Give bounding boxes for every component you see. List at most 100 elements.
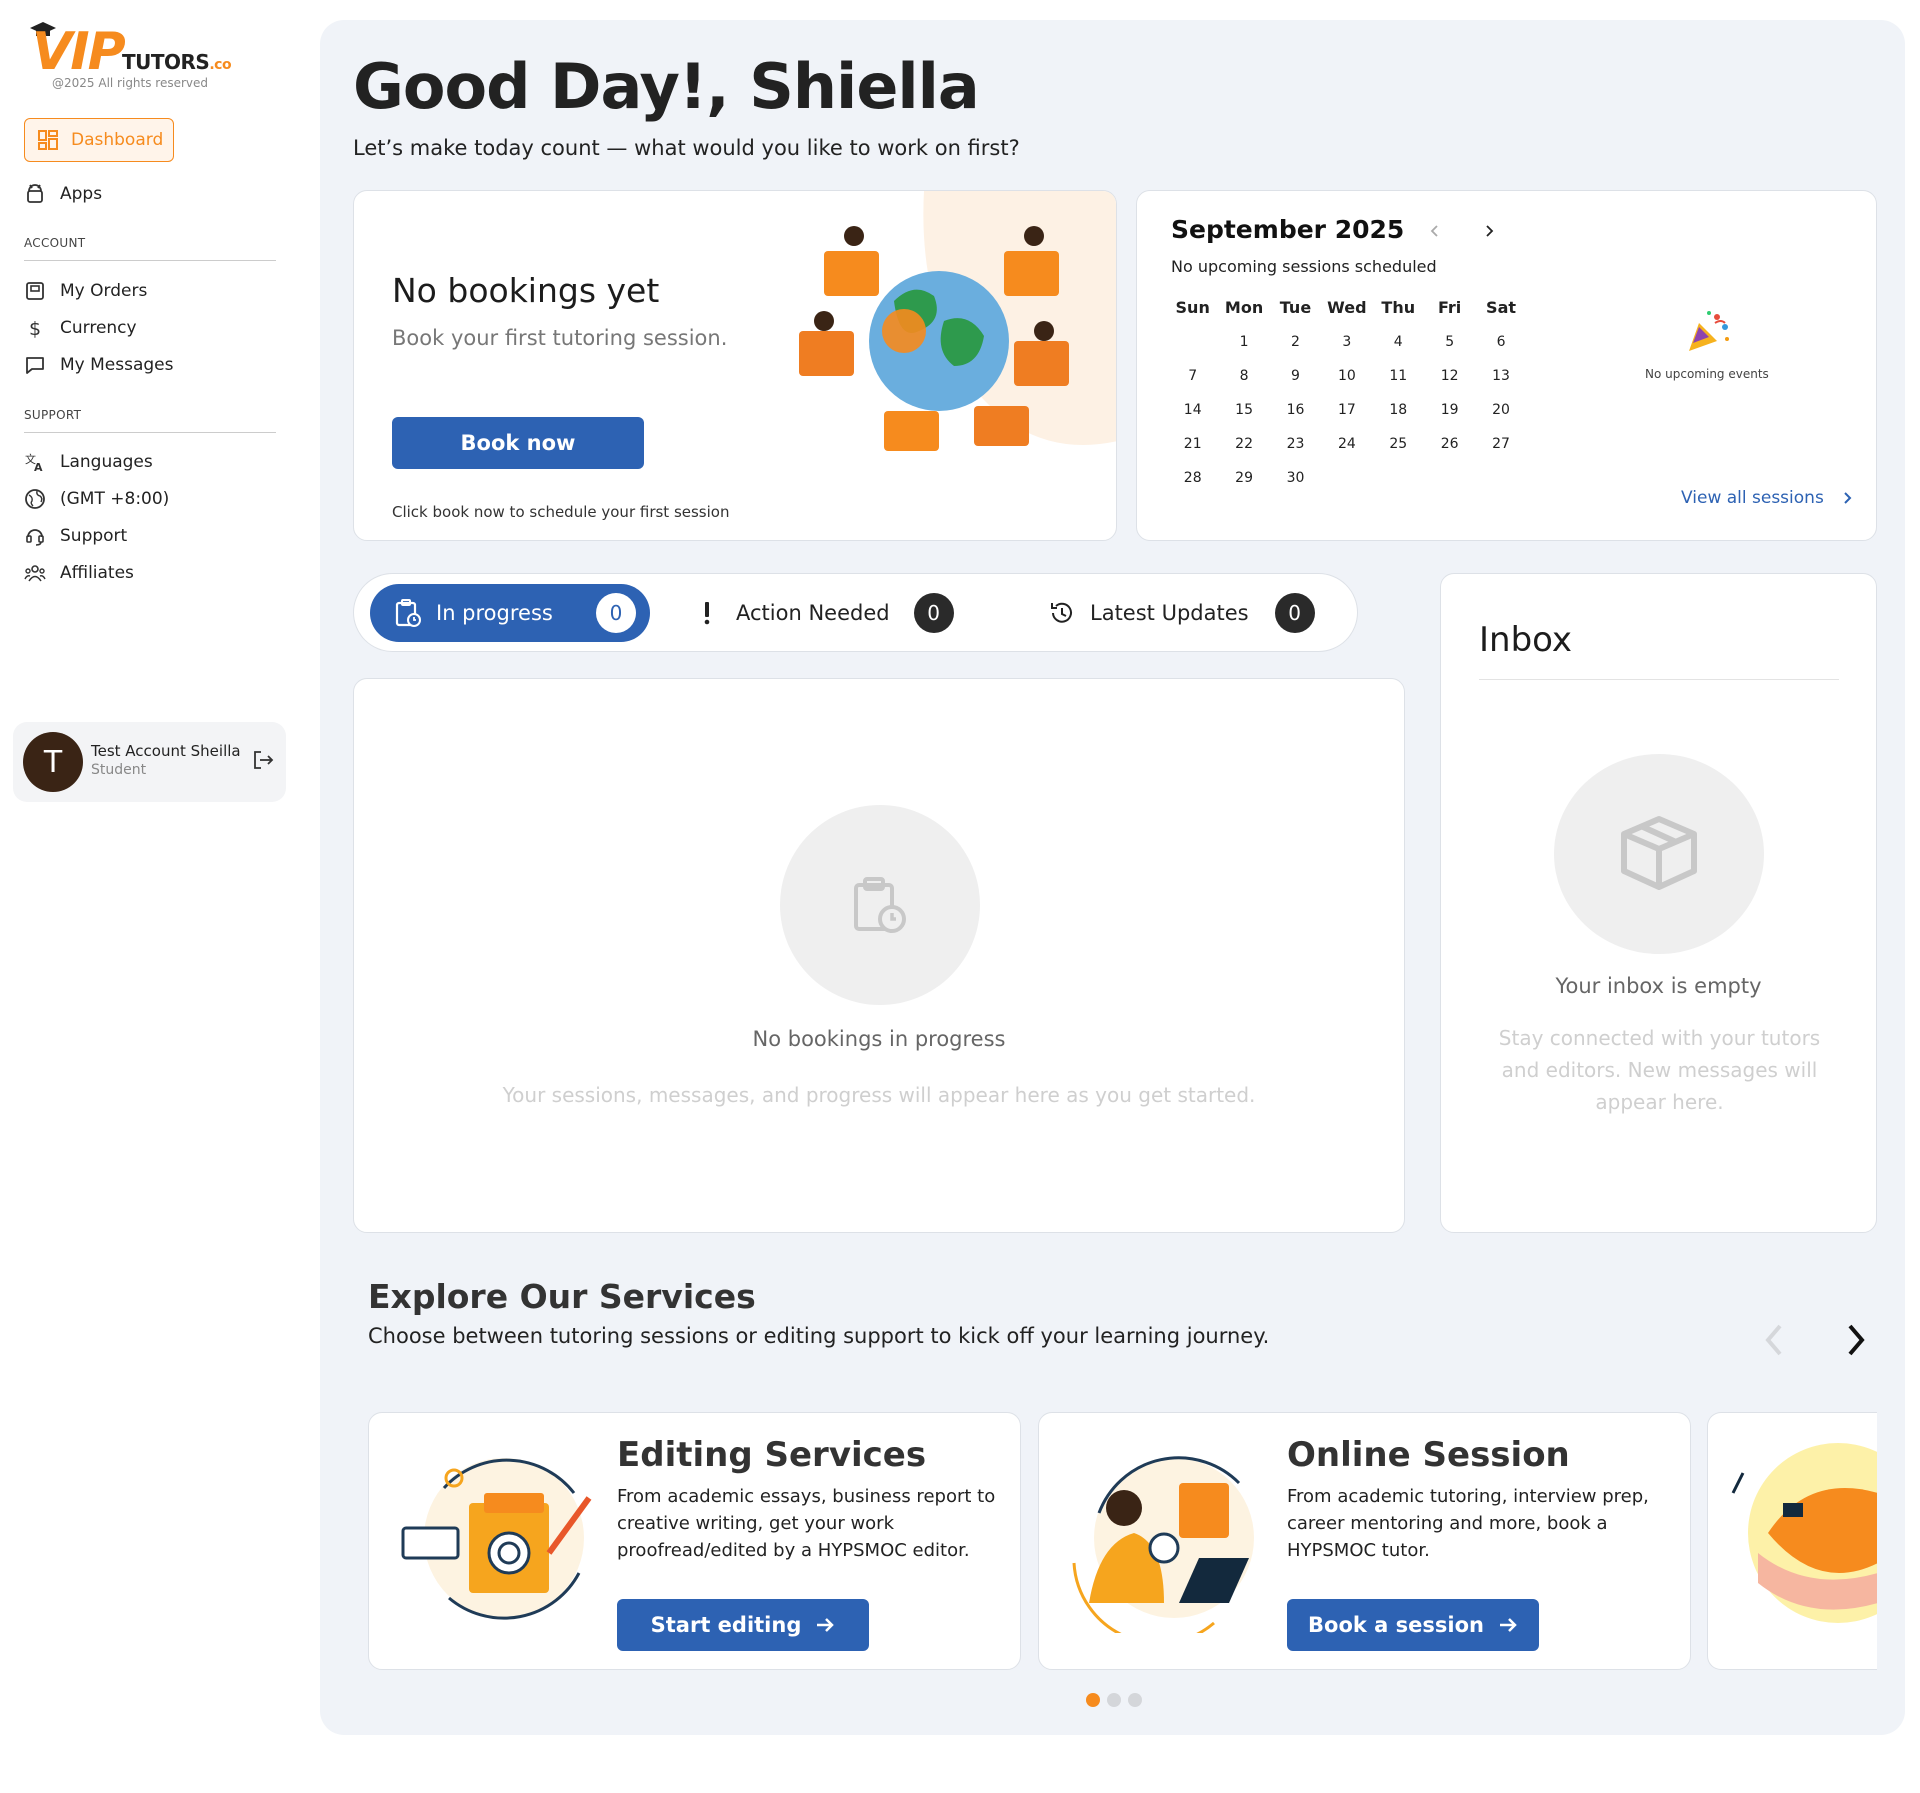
account-section-label: ACCOUNT [24, 236, 86, 250]
calendar-day[interactable]: 21 [1167, 427, 1218, 461]
dashboard-icon [38, 130, 58, 150]
calendar-month: September 2025 [1171, 215, 1405, 244]
carousel-dot[interactable] [1128, 1693, 1142, 1707]
calendar-week: 7 8 9 10 11 12 13 [1167, 359, 1527, 393]
view-all-sessions-link[interactable]: View all sessions [1681, 488, 1854, 508]
book-a-session-button[interactable]: Book a session [1287, 1599, 1539, 1651]
calendar-day[interactable]: 13 [1475, 359, 1526, 393]
services-next-icon[interactable] [1842, 1320, 1868, 1360]
calendar-day[interactable]: 14 [1167, 393, 1218, 427]
tab-action-needed[interactable]: Action Needed 0 [700, 584, 954, 642]
calendar-day[interactable]: 8 [1218, 359, 1269, 393]
nav-apps[interactable]: Apps [24, 180, 102, 208]
calendar-day[interactable]: 12 [1424, 359, 1475, 393]
carousel-dot[interactable] [1086, 1693, 1100, 1707]
book-now-button[interactable]: Book now [392, 417, 644, 469]
service-card-description: From academic essays, business report to… [617, 1486, 996, 1561]
inbox-empty-subtitle: Stay connected with your tutors and edit… [1498, 1026, 1821, 1114]
logout-icon[interactable] [251, 748, 275, 772]
status-tabs: In progress 0 Action Needed 0 Latest Upd… [353, 573, 1358, 652]
user-card[interactable]: T Test Account Sheilla Student [13, 722, 286, 802]
services-prev-icon[interactable] [1762, 1320, 1788, 1360]
partial-service-illustration [1731, 1443, 1877, 1623]
calendar-day[interactable]: 24 [1321, 427, 1372, 461]
calendar-day[interactable]: 10 [1321, 359, 1372, 393]
tab-latest-updates[interactable]: Latest Updates 0 [1048, 584, 1315, 642]
nav-my-messages-label: My Messages [60, 355, 174, 375]
calendar-day[interactable]: 27 [1475, 427, 1526, 461]
calendar-day[interactable]: 19 [1424, 393, 1475, 427]
calendar-day[interactable]: 30 [1270, 461, 1321, 495]
calendar-day[interactable]: 16 [1270, 393, 1321, 427]
nav-languages[interactable]: 文 A Languages [24, 448, 153, 476]
calendar-day[interactable]: 7 [1167, 359, 1218, 393]
inbox-title: Inbox [1479, 620, 1573, 660]
user-name: Test Account Sheilla [91, 742, 241, 760]
brand-logo[interactable]: VIP TUTORS.co @2025 All rights reserved [24, 20, 234, 90]
inbox-empty-title: Your inbox is empty [1555, 974, 1762, 998]
exclamation-icon [704, 602, 710, 625]
calendar-day [1424, 461, 1475, 495]
calendar-prev-icon[interactable] [1427, 223, 1443, 239]
svg-text:A: A [34, 461, 43, 473]
page-subtitle: Let’s make today count — what would you … [353, 136, 1020, 160]
calendar-day[interactable]: 4 [1373, 325, 1424, 359]
chevron-right-icon [1844, 492, 1852, 504]
start-editing-label: Start editing [650, 1613, 802, 1637]
inbox-panel: Inbox Your inbox is empty Stay connected… [1440, 573, 1877, 1233]
calendar-day[interactable]: 28 [1167, 461, 1218, 495]
brand-tutors: TUTORS.co [122, 50, 232, 74]
calendar-next-icon[interactable] [1481, 223, 1497, 239]
calendar-day [1321, 461, 1372, 495]
calendar-day[interactable]: 17 [1321, 393, 1372, 427]
carousel-dot[interactable] [1107, 1693, 1121, 1707]
nav-currency[interactable]: $ Currency [24, 314, 137, 342]
nav-my-orders[interactable]: My Orders [24, 277, 147, 305]
calendar-day[interactable]: 25 [1373, 427, 1424, 461]
android-icon [27, 184, 43, 203]
orders-icon [26, 282, 44, 300]
empty-progress-title: No bookings in progress [752, 1027, 1006, 1051]
service-card-description: From academic tutoring, interview prep, … [1287, 1486, 1649, 1561]
nav-affiliates[interactable]: Affiliates [24, 559, 134, 587]
brand-vip: VIP [32, 22, 126, 82]
history-icon [1051, 602, 1072, 623]
calendar-week: 28 29 30 [1167, 461, 1527, 495]
dollar-icon: $ [29, 318, 41, 339]
headset-icon [26, 529, 44, 546]
nav-support[interactable]: Support [24, 522, 127, 550]
calendar-week: 123456 [1167, 325, 1527, 359]
calendar-day[interactable]: 26 [1424, 427, 1475, 461]
calendar-day[interactable]: 2 [1270, 325, 1321, 359]
book-now-hint: Click book now to schedule your first se… [392, 503, 730, 521]
package-icon [1621, 816, 1697, 890]
start-editing-button[interactable]: Start editing [617, 1599, 869, 1651]
nav-my-messages[interactable]: My Messages [24, 351, 174, 379]
calendar-weeks: 1 2 3 4 5 6 7 8 9 10 11 12 13 14 15 16 17 18 19 20 21 22 23 24 2… [1167, 325, 1527, 495]
calendar-day[interactable]: 23 [1270, 427, 1321, 461]
nav-dashboard[interactable]: Dashboard [24, 118, 174, 162]
inbox-empty-illustration [1554, 754, 1764, 954]
calendar-day[interactable]: 20 [1475, 393, 1526, 427]
nav-timezone[interactable]: (GMT +8:00) [24, 485, 169, 513]
calendar-day[interactable]: 6 [1475, 325, 1526, 359]
clipboard-clock-icon [395, 599, 421, 627]
service-card-title: Online Session [1287, 1435, 1570, 1475]
tab-in-progress[interactable]: In progress 0 [370, 584, 650, 642]
calendar-day[interactable]: 29 [1218, 461, 1269, 495]
calendar-day[interactable]: 11 [1373, 359, 1424, 393]
calendar-day[interactable]: 3 [1321, 325, 1372, 359]
weekday: Sat [1486, 298, 1517, 317]
page-title: Good Day!, Shiella [353, 50, 980, 123]
booking-card: No bookings yet Book your first tutoring… [353, 190, 1117, 541]
services-title: Explore Our Services [368, 1277, 756, 1316]
calendar-day[interactable]: 9 [1270, 359, 1321, 393]
nav-languages-label: Languages [60, 452, 153, 472]
calendar-day[interactable]: 5 [1424, 325, 1475, 359]
calendar-day[interactable]: 22 [1218, 427, 1269, 461]
calendar-day[interactable]: 1 [1218, 325, 1269, 359]
tab-action-needed-count: 0 [913, 593, 954, 633]
calendar-day[interactable]: 15 [1218, 393, 1269, 427]
arrow-right-icon [1499, 1618, 1517, 1632]
calendar-day[interactable]: 18 [1373, 393, 1424, 427]
